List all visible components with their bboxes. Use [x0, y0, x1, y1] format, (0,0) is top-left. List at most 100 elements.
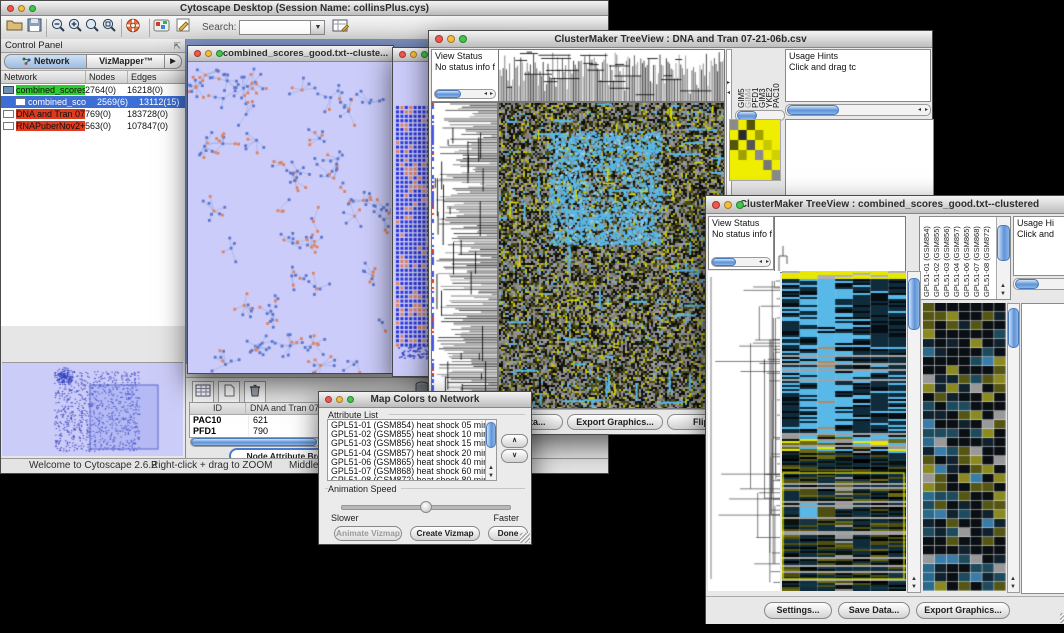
zoom-button[interactable] — [421, 51, 428, 58]
treeview1-title: ClusterMaker TreeView : DNA and Tran 07-… — [429, 34, 932, 45]
column-label[interactable]: GIM3 — [759, 52, 766, 108]
minimize-button[interactable] — [336, 396, 343, 403]
tv2-secondary-vscrollbar[interactable]: ▲▼ — [1007, 303, 1020, 593]
column-network[interactable]: Network — [1, 71, 86, 83]
main-titlebar[interactable]: Cytoscape Desktop (Session Name: collins… — [1, 1, 608, 16]
data-panel-hscrollbar[interactable] — [190, 437, 320, 447]
minimize-button[interactable] — [410, 51, 417, 58]
tv2-left-dendrogram[interactable] — [708, 271, 780, 591]
zoom-out-icon[interactable] — [50, 18, 67, 38]
network-view-titlebar[interactable]: combined_scores_good.txt--cluste... — [188, 46, 393, 62]
treeview1-titlebar[interactable]: ClusterMaker TreeView : DNA and Tran 07-… — [429, 31, 932, 48]
column-label[interactable]: GPL51-08 (GSM872) — [982, 219, 992, 297]
window-controls[interactable] — [712, 201, 744, 209]
zoom-fit-icon[interactable] — [84, 18, 101, 38]
annotation-tool-icon[interactable] — [175, 18, 192, 38]
tv1-heatmap[interactable] — [498, 102, 725, 409]
tv2-hints-hscrollbar[interactable] — [1013, 278, 1064, 290]
column-label[interactable]: PFD1 — [752, 52, 759, 108]
network-graph-canvas[interactable] — [188, 62, 391, 373]
animation-speed-slider[interactable] — [341, 505, 511, 510]
minimize-button[interactable] — [205, 50, 212, 57]
treeview2-titlebar[interactable]: ClusterMaker TreeView : combined_scores_… — [706, 196, 1064, 214]
move-down-button[interactable]: ∨ — [501, 449, 528, 463]
attribute-list-item[interactable]: GPL51-08 (GSM872) heat shock 80 min — [331, 476, 496, 481]
window-controls[interactable] — [399, 51, 428, 58]
vizmapper-tool-icon[interactable] — [153, 18, 171, 38]
column-edges[interactable]: Edges — [128, 71, 180, 83]
tv2-columns-vscrollbar[interactable]: ▲▼ — [996, 217, 1010, 299]
save-data-button[interactable]: Save Data... — [838, 602, 910, 619]
zoom-button[interactable] — [216, 50, 223, 57]
tv1-status-hscrollbar[interactable]: ◂▸ — [434, 89, 496, 99]
zoom-selected-icon[interactable] — [101, 18, 118, 38]
dialog-titlebar[interactable]: Map Colors to Network — [319, 392, 531, 408]
tv2-heatmap-vscrollbar[interactable]: ▲▼ — [907, 271, 921, 593]
animate-vizmap-button[interactable]: Animate Vizmap — [334, 526, 402, 541]
tab-network[interactable]: Network — [4, 54, 88, 69]
tv2-secondary-heatmap[interactable] — [923, 303, 1006, 591]
column-nodes[interactable]: Nodes — [86, 71, 128, 83]
attribute-list-vscrollbar[interactable]: ▲▼ — [485, 420, 496, 480]
search-dropdown-icon[interactable]: ▼ — [311, 20, 325, 35]
tv2-heatmap[interactable] — [782, 271, 906, 591]
zoom-button[interactable] — [736, 201, 744, 209]
network-list-row[interactable]: DNA and Tran 07 769(0) 183728(0) — [1, 108, 185, 120]
minimize-button[interactable] — [18, 5, 25, 12]
search-input[interactable] — [239, 20, 311, 35]
resize-grip[interactable] — [520, 533, 530, 543]
move-up-button[interactable]: ∧ — [501, 434, 528, 448]
birdseye-view[interactable] — [2, 362, 183, 456]
network-list-row[interactable]: combined_sco 2569(6) 13112(15) — [1, 96, 185, 108]
column-label[interactable]: GPL51-06 (GSM865) — [962, 219, 972, 297]
window-controls[interactable] — [325, 396, 354, 403]
network-list-row[interactable]: RNAPuberNov2+ 563(0) 107847(0) — [1, 120, 185, 132]
window-controls[interactable] — [7, 5, 36, 12]
export-graphics-button[interactable]: Export Graphics... — [916, 602, 1010, 619]
close-button[interactable] — [194, 50, 201, 57]
column-label[interactable]: GIM5 — [738, 52, 745, 108]
close-button[interactable] — [399, 51, 406, 58]
help-lifebuoy-icon[interactable] — [125, 18, 141, 38]
attribute-browser-icon[interactable] — [332, 18, 350, 38]
zoom-button[interactable] — [347, 396, 354, 403]
tv2-top-dendrogram-area[interactable] — [774, 216, 906, 273]
minimize-button[interactable] — [724, 201, 732, 209]
slider-thumb[interactable] — [420, 501, 432, 513]
tv1-left-dendrogram[interactable] — [431, 102, 498, 409]
open-session-icon[interactable] — [6, 18, 23, 37]
id-column-header[interactable]: ID — [190, 403, 246, 414]
tv2-status-hscrollbar[interactable]: ◂▸ — [711, 257, 771, 267]
close-button[interactable] — [712, 201, 720, 209]
create-vizmap-button[interactable]: Create Vizmap — [410, 526, 480, 541]
zoom-button[interactable] — [459, 35, 467, 43]
zoom-button[interactable] — [29, 5, 36, 12]
column-label[interactable]: GIM4 — [745, 52, 752, 108]
tab-overflow-icon[interactable]: ▶ — [164, 54, 182, 69]
window-controls[interactable] — [435, 35, 467, 43]
close-button[interactable] — [7, 5, 14, 12]
column-label[interactable]: GPL51-04 (GSM857) — [952, 219, 962, 297]
zoom-in-icon[interactable] — [67, 18, 84, 38]
column-label[interactable]: GPL51-01 (GSM854) — [922, 219, 932, 297]
window-controls[interactable] — [194, 50, 223, 57]
status-zoom-hint: Right-click + drag to ZOOM — [151, 460, 272, 471]
close-button[interactable] — [325, 396, 332, 403]
tv1-top-dendrogram[interactable] — [498, 49, 725, 102]
column-label[interactable]: GPL51-07 (GSM868) — [972, 219, 982, 297]
float-panel-icon[interactable]: ⇱ — [173, 40, 181, 53]
column-label[interactable]: PAC10 — [773, 52, 780, 108]
minimize-button[interactable] — [447, 35, 455, 43]
tv1-hints-hscrollbar[interactable]: ◂▸ — [785, 104, 931, 116]
column-label[interactable]: GPL51-02 (GSM855) — [932, 219, 942, 297]
settings-button[interactable]: Settings... — [764, 602, 832, 619]
close-button[interactable] — [435, 35, 443, 43]
resize-grip[interactable] — [1060, 613, 1064, 623]
usage-hints-title: Usage Hints — [786, 50, 930, 61]
network-list-row[interactable]: combined_scores_ 2764(0) 16218(0) — [1, 84, 185, 96]
export-graphics-button[interactable]: Export Graphics... — [567, 414, 663, 430]
column-label[interactable]: GPL51-03 (GSM856) — [942, 219, 952, 297]
save-session-icon[interactable] — [27, 18, 43, 37]
column-label[interactable]: YKE2 — [766, 52, 773, 108]
tab-vizmapper[interactable]: VizMapper™ — [86, 54, 166, 69]
